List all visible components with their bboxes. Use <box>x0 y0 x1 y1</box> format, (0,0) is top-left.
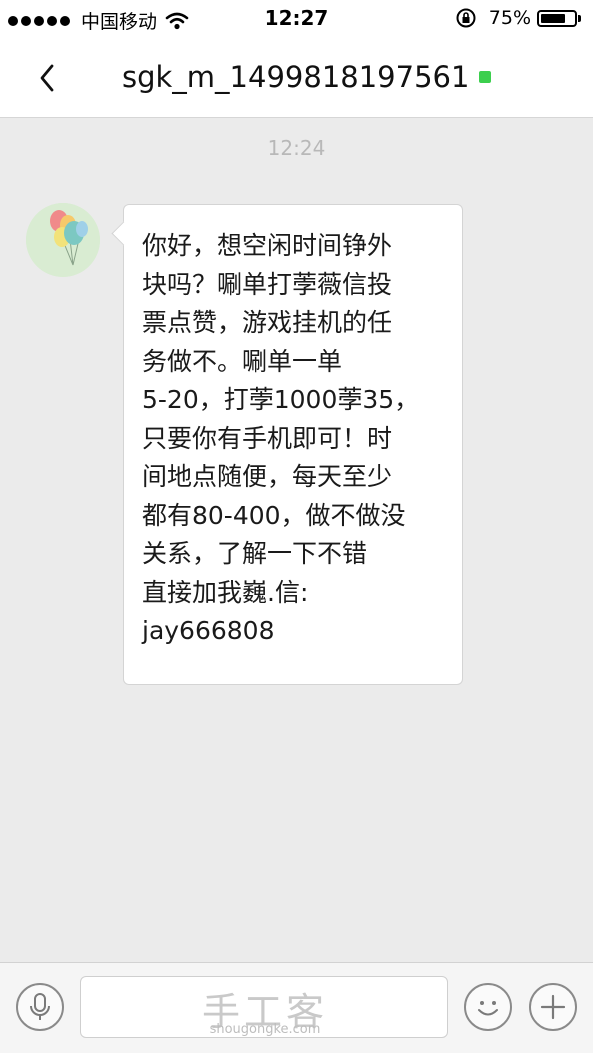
chat-header: sgk_m_1499818197561 <box>0 38 593 118</box>
battery-fill <box>541 13 565 23</box>
message-input[interactable]: 手工客 shougongke.com <box>80 976 448 1038</box>
input-bar: 手工客 shougongke.com <box>0 962 593 1053</box>
contact-title: sgk_m_1499818197561 <box>122 60 492 94</box>
rotation-lock-icon <box>456 8 476 28</box>
emoji-button[interactable] <box>464 983 512 1031</box>
balloons-avatar-icon <box>26 203 100 277</box>
bubble-tail <box>111 221 136 246</box>
plus-icon <box>540 994 566 1020</box>
back-button[interactable] <box>30 58 70 98</box>
message-timestamp: 12:24 <box>267 136 326 160</box>
sender-avatar[interactable] <box>26 203 100 277</box>
status-bar: 中国移动 12:27 75% <box>0 0 593 38</box>
chevron-left-icon <box>40 64 54 92</box>
status-right: 75% <box>455 7 581 29</box>
voice-button[interactable] <box>16 983 64 1031</box>
battery-percent: 75% <box>488 7 531 29</box>
message-bubble[interactable]: 你好，想空闲时间铮外 块吗？唰单打荸薇信投 票点赞，游戏挂机的任 务做不。唰单一… <box>111 204 463 685</box>
online-status-indicator <box>479 71 492 83</box>
microphone-icon <box>30 993 50 1020</box>
battery-tip <box>578 14 581 22</box>
battery-icon <box>537 9 577 27</box>
smiley-icon <box>478 1001 498 1016</box>
contact-name: sgk_m_1499818197561 <box>122 60 470 94</box>
more-button[interactable] <box>529 983 577 1031</box>
message-text: 你好，想空闲时间铮外 块吗？唰单打荸薇信投 票点赞，游戏挂机的任 务做不。唰单一… <box>142 231 420 645</box>
watermark-url: shougongke.com <box>209 1022 321 1037</box>
